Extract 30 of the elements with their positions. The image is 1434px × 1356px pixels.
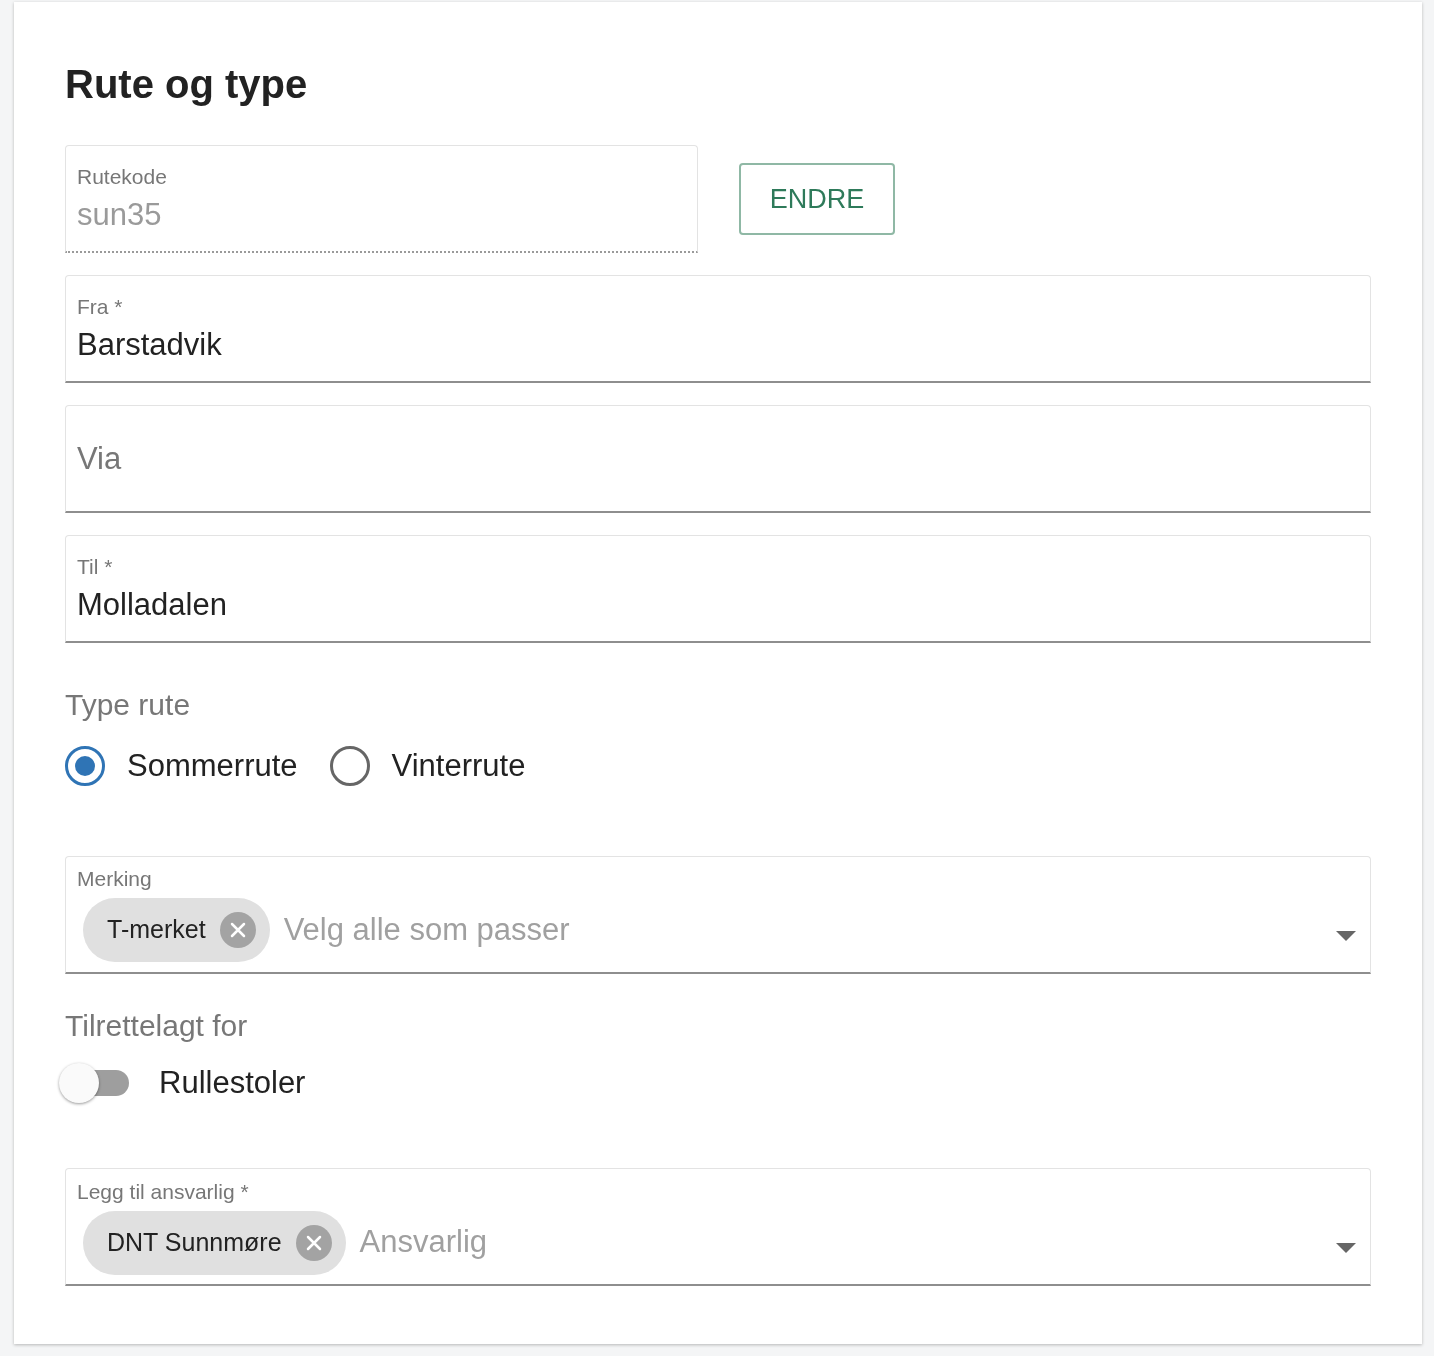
radio-label: Vinterrute xyxy=(391,747,526,785)
text-field[interactable]: Via xyxy=(65,405,1371,513)
toggle-label: Rullestoler xyxy=(159,1063,306,1102)
close-icon[interactable] xyxy=(219,912,256,948)
field-label: Legg til ansvarlig * xyxy=(77,1178,250,1205)
close-icon[interactable] xyxy=(295,1224,332,1261)
chip-label: T-merket xyxy=(107,914,206,946)
field-label: Fra * xyxy=(77,293,124,320)
field-value: Barstadvik xyxy=(77,325,223,364)
select-field[interactable]: Merking T-merket Velg alle som passer xyxy=(65,855,1371,974)
field-label: Til * xyxy=(77,553,114,580)
field-value: sun35 xyxy=(77,195,163,234)
select-field[interactable]: Legg til ansvarlig * DNT Sunnmøre Ansvarlig xyxy=(65,1168,1371,1286)
text-field[interactable]: Fra * Barstadvik xyxy=(65,275,1371,383)
dropdown-caret-icon[interactable] xyxy=(1336,1243,1356,1253)
radio-button[interactable] xyxy=(65,746,105,787)
radio-label: Sommerrute xyxy=(127,747,298,785)
toggle-group-label: Tilrettelagt for xyxy=(65,1007,249,1044)
dropdown-caret-icon[interactable] xyxy=(1336,930,1356,941)
field-label: Merking xyxy=(77,866,153,892)
text-field[interactable]: Til * Molladalen xyxy=(65,535,1371,643)
select-placeholder: Ansvarlig xyxy=(359,1223,488,1262)
section-title: Rute og type xyxy=(65,61,309,108)
radio-group-label: Type rute xyxy=(65,687,192,723)
field-label: Rutekode xyxy=(77,163,168,190)
field-label: Via xyxy=(77,439,123,478)
radio-button[interactable] xyxy=(329,746,370,787)
select-placeholder: Velg alle som passer xyxy=(283,910,570,949)
field-value: Molladalen xyxy=(77,585,228,624)
chip-label: DNT Sunnmøre xyxy=(107,1226,282,1258)
